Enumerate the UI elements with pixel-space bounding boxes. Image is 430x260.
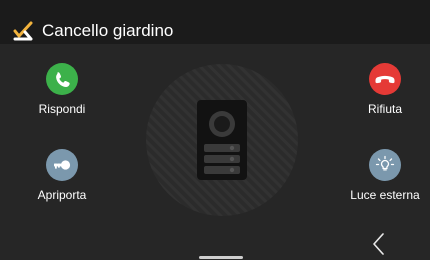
reject-label: Rifiuta bbox=[367, 102, 402, 116]
phone-hangup-icon bbox=[375, 75, 395, 84]
intercom-call-screen: Cancello giardino Rispondi Rifiuta Aprip… bbox=[0, 0, 430, 260]
outdoor-light-circle[interactable] bbox=[369, 149, 401, 181]
outdoor-light-button[interactable]: Luce esterna bbox=[334, 149, 430, 219]
light-bulb-icon bbox=[375, 155, 395, 171]
door-open-circle[interactable] bbox=[46, 149, 78, 181]
answer-button[interactable]: Rispondi bbox=[17, 63, 107, 133]
header-bar: Cancello giardino bbox=[0, 0, 430, 44]
reject-button[interactable]: Rifiuta bbox=[340, 63, 430, 133]
outdoor-light-label: Luce esterna bbox=[350, 188, 420, 202]
door-open-label: Apriporta bbox=[37, 188, 87, 202]
chevron-left-icon[interactable] bbox=[366, 230, 392, 258]
answer-circle[interactable] bbox=[46, 63, 78, 95]
phone-answer-icon bbox=[56, 72, 70, 87]
gate-icon bbox=[13, 21, 33, 41]
reject-circle[interactable] bbox=[369, 63, 401, 95]
home-indicator[interactable] bbox=[199, 256, 243, 259]
key-icon bbox=[54, 160, 71, 170]
answer-label: Rispondi bbox=[38, 102, 86, 116]
page-title: Cancello giardino bbox=[42, 21, 174, 40]
door-station-icon bbox=[146, 64, 298, 216]
door-open-button[interactable]: Apriporta bbox=[17, 149, 107, 219]
